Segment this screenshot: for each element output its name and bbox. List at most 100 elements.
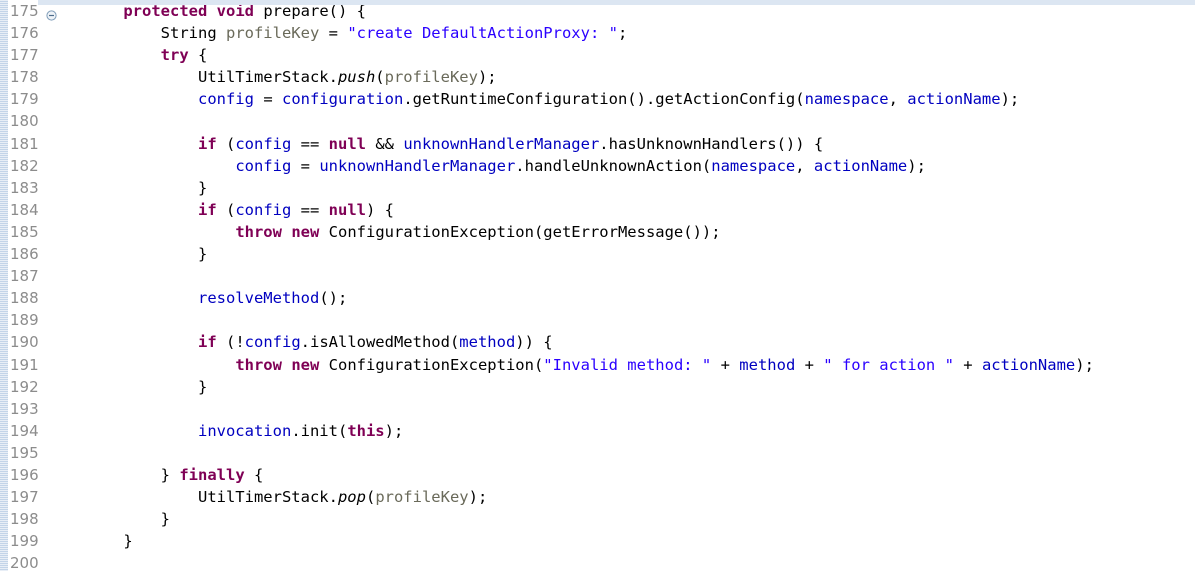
code-token-local: profileKey	[225, 24, 320, 43]
code-token-plain: ,	[795, 156, 814, 175]
code-line[interactable]: UtilTimerStack.pop(profileKey);	[86, 486, 1195, 508]
code-line[interactable]: if (!config.isAllowedMethod(method)) {	[86, 331, 1195, 353]
gutter-line-186[interactable]: 186	[8, 243, 65, 265]
gutter-line-189[interactable]: 189	[8, 309, 65, 331]
gutter-line-188[interactable]: 188	[8, 287, 65, 309]
code-token-field: resolveMethod	[197, 289, 320, 308]
line-number: 199	[10, 532, 39, 551]
code-text-area[interactable]: protected void prepare() { String profil…	[66, 0, 1195, 571]
gutter-line-199[interactable]: 199	[8, 530, 65, 552]
code-token-static: push	[337, 68, 376, 87]
line-number-gutter[interactable]: 175 176 177 178 179 180 181 182 183 184 185 186 187 1…	[8, 0, 66, 572]
code-token-plain: (!	[216, 333, 245, 352]
code-line[interactable]	[86, 309, 1195, 331]
gutter-line-197[interactable]: 197	[8, 486, 65, 508]
code-token-plain: ;	[617, 24, 628, 43]
line-number: 190	[10, 333, 39, 352]
gutter-line-193[interactable]: 193	[8, 398, 65, 420]
code-token-plain: (	[216, 134, 236, 153]
gutter-line-191[interactable]: 191	[8, 354, 65, 376]
code-token-plain: ConfigurationException(	[319, 355, 544, 374]
line-number: 176	[10, 24, 39, 43]
code-line[interactable]: try {	[86, 44, 1195, 66]
annotation-marker-bar[interactable]	[0, 0, 8, 571]
code-token-plain: String	[86, 24, 226, 43]
line-number: 186	[10, 245, 39, 264]
code-line[interactable]: throw new ConfigurationException("Invali…	[86, 354, 1195, 376]
code-line[interactable]: }	[86, 376, 1195, 398]
line-number: 193	[10, 399, 39, 418]
gutter-line-196[interactable]: 196	[8, 464, 65, 486]
code-token-kw: new	[291, 222, 320, 241]
gutter-line-184[interactable]: 184	[8, 199, 65, 221]
gutter-line-195[interactable]: 195	[8, 442, 65, 464]
gutter-line-183[interactable]: 183	[8, 177, 65, 199]
code-line[interactable]	[86, 110, 1195, 132]
code-line[interactable]: }	[86, 243, 1195, 265]
gutter-line-198[interactable]: 198	[8, 508, 65, 530]
code-editor[interactable]: 175 176 177 178 179 180 181 182 183 184 185 186 187 1…	[0, 0, 1195, 572]
gutter-line-176[interactable]: 176	[8, 22, 65, 44]
code-token-plain: )) {	[515, 333, 553, 352]
line-number: 180	[10, 112, 39, 131]
code-line[interactable]: throw new ConfigurationException(getErro…	[86, 221, 1195, 243]
code-token-kw: try	[160, 46, 189, 65]
code-token-field: config	[197, 90, 254, 109]
gutter-line-181[interactable]: 181	[8, 133, 65, 155]
code-line[interactable]: }	[86, 177, 1195, 199]
code-token-kw: if	[197, 200, 217, 219]
fold-collapse-icon[interactable]	[46, 5, 57, 21]
code-line[interactable]: } finally {	[86, 464, 1195, 486]
gutter-line-182[interactable]: 182	[8, 155, 65, 177]
code-token-field: namespace	[804, 90, 889, 109]
code-token-field: actionName	[981, 355, 1076, 374]
code-line[interactable]: resolveMethod();	[86, 287, 1195, 309]
gutter-line-192[interactable]: 192	[8, 376, 65, 398]
code-token-plain: .getRuntimeConfiguration().getActionConf…	[403, 90, 805, 109]
gutter-line-175[interactable]: 175	[8, 0, 65, 22]
code-token-kw: null	[328, 200, 366, 219]
code-token-plain: +	[795, 355, 824, 374]
gutter-line-177[interactable]: 177	[8, 44, 65, 66]
gutter-line-187[interactable]: 187	[8, 265, 65, 287]
line-number: 191	[10, 355, 39, 374]
code-line[interactable]: }	[86, 530, 1195, 552]
code-token-field: actionName	[907, 90, 1001, 109]
code-line[interactable]: if (config == null) {	[86, 199, 1195, 221]
code-line[interactable]	[86, 552, 1195, 571]
code-line[interactable]: if (config == null && unknownHandlerMana…	[86, 133, 1195, 155]
line-number: 192	[10, 377, 39, 396]
code-line[interactable]: protected void prepare() {	[86, 0, 1195, 22]
code-line[interactable]	[86, 398, 1195, 420]
gutter-line-178[interactable]: 178	[8, 66, 65, 88]
code-line[interactable]: String profileKey = "create DefaultActio…	[86, 22, 1195, 44]
gutter-line-190[interactable]: 190	[8, 331, 65, 353]
code-line[interactable]: invocation.init(this);	[86, 420, 1195, 442]
code-line[interactable]: }	[86, 508, 1195, 530]
line-number: 194	[10, 421, 39, 440]
code-token-plain: }	[86, 245, 208, 264]
code-token-plain: ==	[291, 200, 329, 219]
code-line[interactable]	[86, 442, 1195, 464]
gutter-line-185[interactable]: 185	[8, 221, 65, 243]
code-token-plain: ConfigurationException(getErrorMessage()…	[319, 222, 721, 241]
code-token-kw: protected	[123, 2, 208, 20]
gutter-line-179[interactable]: 179	[8, 88, 65, 110]
code-line[interactable]	[86, 265, 1195, 287]
code-token-plain: {	[244, 465, 264, 484]
code-line[interactable]: config = configuration.getRuntimeConfigu…	[86, 88, 1195, 110]
code-token-plain: prepare() {	[254, 2, 366, 20]
code-token-field: actionName	[813, 156, 908, 175]
code-token-field: invocation	[197, 421, 292, 440]
line-number: 187	[10, 267, 39, 286]
code-line[interactable]: UtilTimerStack.push(profileKey);	[86, 66, 1195, 88]
code-token-field: method	[739, 355, 796, 374]
gutter-line-180[interactable]: 180	[8, 110, 65, 132]
code-token-field: config	[235, 156, 292, 175]
code-token-kw: if	[197, 134, 217, 153]
gutter-line-194[interactable]: 194	[8, 420, 65, 442]
code-token-field: method	[459, 333, 516, 352]
code-line[interactable]: config = unknownHandlerManager.handleUnk…	[86, 155, 1195, 177]
code-token-plain: UtilTimerStack.	[86, 488, 338, 507]
